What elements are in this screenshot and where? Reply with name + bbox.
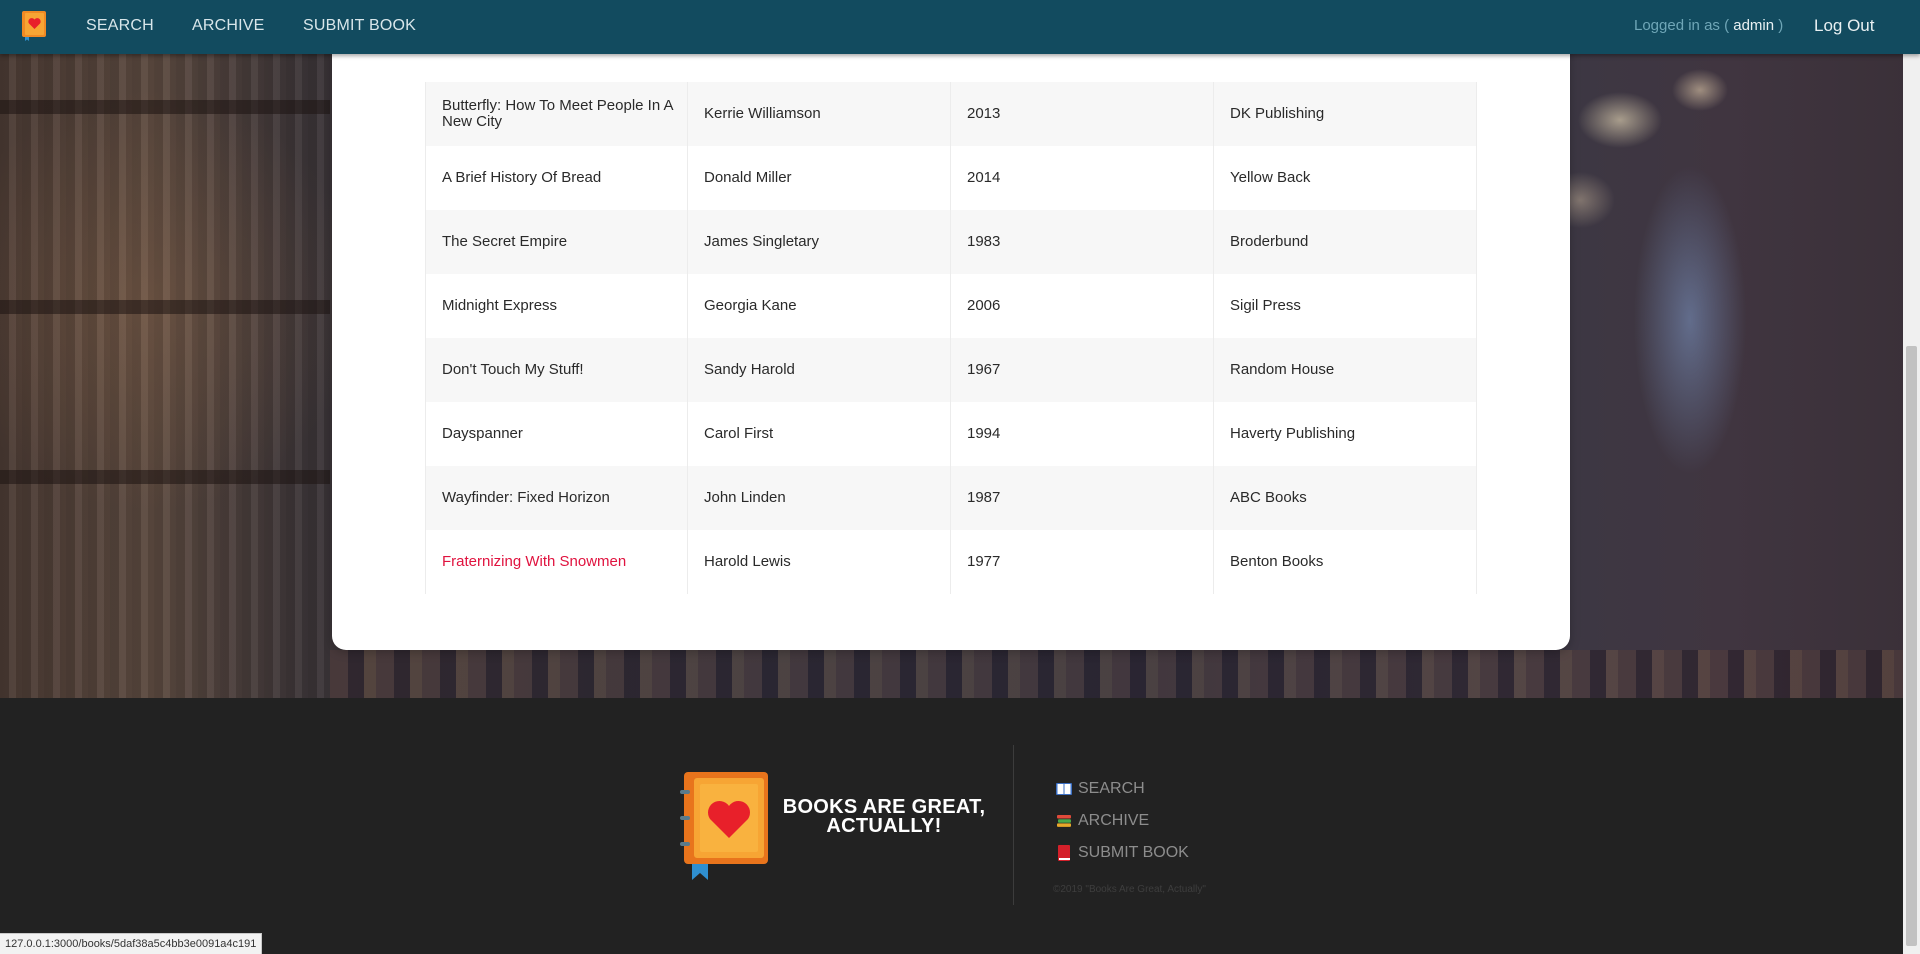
book-year: 2014 (951, 146, 1214, 210)
nav-submit-book-link[interactable]: SUBMIT BOOK (303, 17, 416, 35)
book-author: Donald Miller (688, 146, 951, 210)
book-publisher: Random House (1214, 338, 1477, 402)
logout-link[interactable]: Log Out (1814, 16, 1875, 36)
top-navbar: SEARCH ARCHIVE SUBMIT BOOK Logged in as … (0, 0, 1920, 54)
book-stack-icon (1057, 815, 1071, 827)
book-heart-icon[interactable] (20, 10, 48, 42)
status-url: 127.0.0.1:3000/books/5daf38a5c4bb3e0091a… (0, 933, 263, 954)
table-row: Midnight Express Georgia Kane 2006 Sigil… (425, 274, 1477, 338)
book-year: 2013 (951, 82, 1214, 146)
book-title-link[interactable]: Butterfly: How To Meet People In A New C… (425, 82, 688, 146)
footer-search-link[interactable]: SEARCH (1056, 780, 1145, 798)
book-author: James Singletary (688, 210, 951, 274)
book-publisher: ABC Books (1214, 466, 1477, 530)
book-title-link[interactable]: The Secret Empire (425, 210, 688, 274)
open-book-icon (1056, 783, 1072, 795)
book-author: Sandy Harold (688, 338, 951, 402)
table-row: Fraternizing With Snowmen Harold Lewis 1… (425, 530, 1477, 594)
background-books-row (330, 650, 1920, 698)
table-row: Wayfinder: Fixed Horizon John Linden 198… (425, 466, 1477, 530)
book-title-link[interactable]: Don't Touch My Stuff! (425, 338, 688, 402)
book-publisher: Sigil Press (1214, 274, 1477, 338)
book-publisher: Haverty Publishing (1214, 402, 1477, 466)
book-title-link[interactable]: Fraternizing With Snowmen (425, 530, 688, 594)
book-year: 1967 (951, 338, 1214, 402)
table-row: Butterfly: How To Meet People In A New C… (425, 82, 1477, 146)
footer-tagline: BOOKS ARE GREAT, ACTUALLY! (782, 796, 986, 837)
login-status: Logged in as ( admin ) (1634, 17, 1783, 34)
table-row: A Brief History Of Bread Donald Miller 2… (425, 146, 1477, 210)
book-author: Kerrie Williamson (688, 82, 951, 146)
nav-archive-link[interactable]: ARCHIVE (192, 17, 265, 35)
book-publisher: DK Publishing (1214, 82, 1477, 146)
footer-divider (1013, 745, 1014, 905)
login-suffix: ) (1778, 17, 1784, 34)
book-publisher: Yellow Back (1214, 146, 1477, 210)
book-year: 1994 (951, 402, 1214, 466)
footer-archive-link[interactable]: ARCHIVE (1056, 812, 1149, 830)
nav-search-link[interactable]: SEARCH (86, 17, 154, 35)
book-title-link[interactable]: Midnight Express (425, 274, 688, 338)
book-author: Georgia Kane (688, 274, 951, 338)
table-row: Dayspanner Carol First 1994 Haverty Publ… (425, 402, 1477, 466)
background-shelf (0, 300, 330, 314)
book-year: 1977 (951, 530, 1214, 594)
book-author: Carol First (688, 402, 951, 466)
footer-submit-book-link[interactable]: SUBMIT BOOK (1056, 844, 1189, 862)
footer-link-label: SUBMIT BOOK (1078, 844, 1189, 861)
book-year: 2006 (951, 274, 1214, 338)
book-title-link[interactable]: Wayfinder: Fixed Horizon (425, 466, 688, 530)
table-row: The Secret Empire James Singletary 1983 … (425, 210, 1477, 274)
book-publisher: Broderbund (1214, 210, 1477, 274)
book-year: 1987 (951, 466, 1214, 530)
login-prefix: Logged in as ( (1634, 17, 1730, 34)
book-year: 1983 (951, 210, 1214, 274)
book-title-link[interactable]: Dayspanner (425, 402, 688, 466)
footer-link-label: SEARCH (1078, 780, 1145, 797)
footer-link-label: ARCHIVE (1078, 812, 1150, 829)
background-shelf (0, 470, 330, 484)
book-author: John Linden (688, 466, 951, 530)
footer-copyright: ©2019 "Books Are Great, Actually" (1053, 884, 1206, 895)
book-heart-logo (680, 772, 768, 880)
username: admin (1733, 17, 1775, 34)
red-book-icon (1058, 845, 1070, 861)
scrollbar-thumb[interactable] (1906, 346, 1917, 946)
background-shelf (0, 100, 330, 114)
book-publisher: Benton Books (1214, 530, 1477, 594)
book-author: Harold Lewis (688, 530, 951, 594)
table-row: Don't Touch My Stuff! Sandy Harold 1967 … (425, 338, 1477, 402)
book-title-link[interactable]: A Brief History Of Bread (425, 146, 688, 210)
